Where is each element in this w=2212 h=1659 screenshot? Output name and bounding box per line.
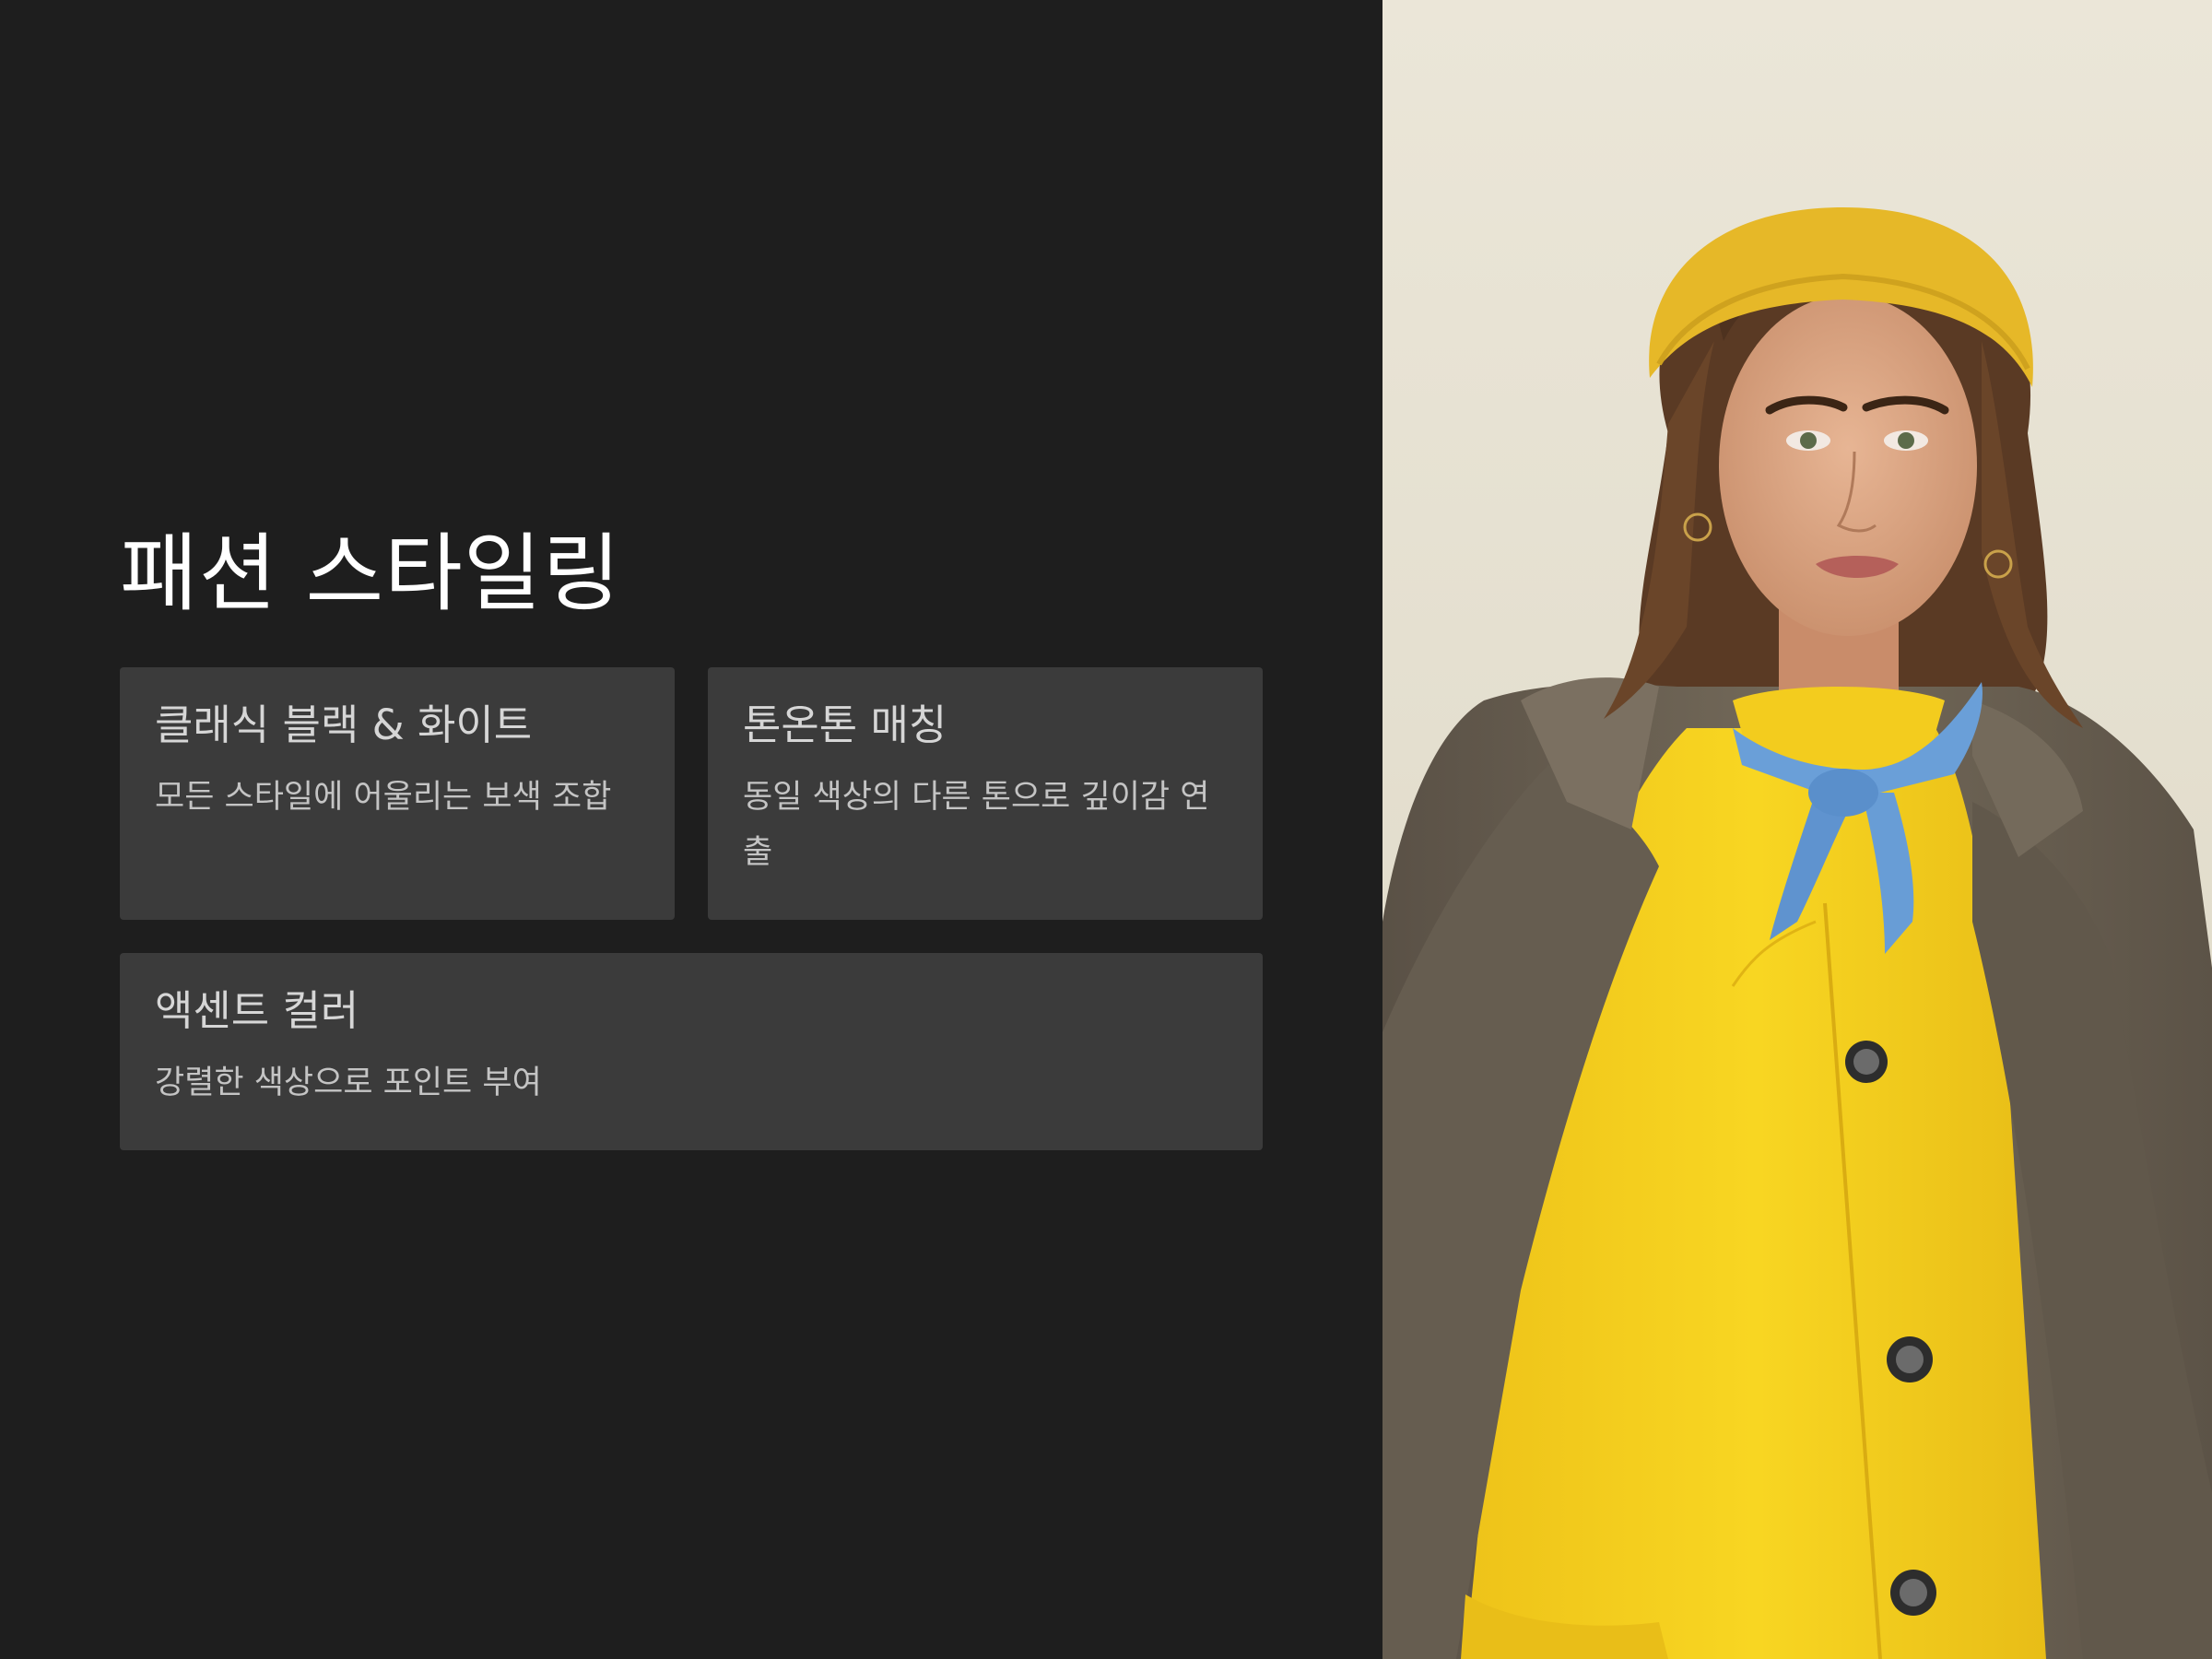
style-card-accent: 액센트 컬러 강렬한 색상으로 포인트 부여 bbox=[120, 953, 1263, 1150]
content-panel: 패션 스타일링 클래식 블랙 & 화이트 모든 스타일에 어울리는 보색 조합 … bbox=[0, 0, 1382, 1659]
card-description: 모든 스타일에 어울리는 보색 조합 bbox=[155, 779, 612, 816]
fashion-photo bbox=[1382, 0, 2212, 1659]
card-title: 클래식 블랙 & 화이트 bbox=[155, 700, 533, 749]
style-card-classic: 클래식 블랙 & 화이트 모든 스타일에 어울리는 보색 조합 bbox=[120, 667, 675, 920]
slide: 패션 스타일링 클래식 블랙 & 화이트 모든 스타일에 어울리는 보색 조합 … bbox=[0, 0, 2212, 1659]
model-illustration bbox=[1382, 207, 2212, 1659]
card-title: 톤온톤 매칭 bbox=[743, 700, 947, 749]
card-description: 동일 색상의 다른 톤으로 깊이감 연출 bbox=[743, 779, 1210, 871]
style-card-tone-on-tone: 톤온톤 매칭 동일 색상의 다른 톤으로 깊이감 연출 bbox=[708, 667, 1263, 920]
card-title: 액센트 컬러 bbox=[155, 986, 359, 1035]
slide-title: 패션 스타일링 bbox=[120, 524, 622, 623]
card-description: 강렬한 색상으로 포인트 부여 bbox=[155, 1065, 542, 1101]
